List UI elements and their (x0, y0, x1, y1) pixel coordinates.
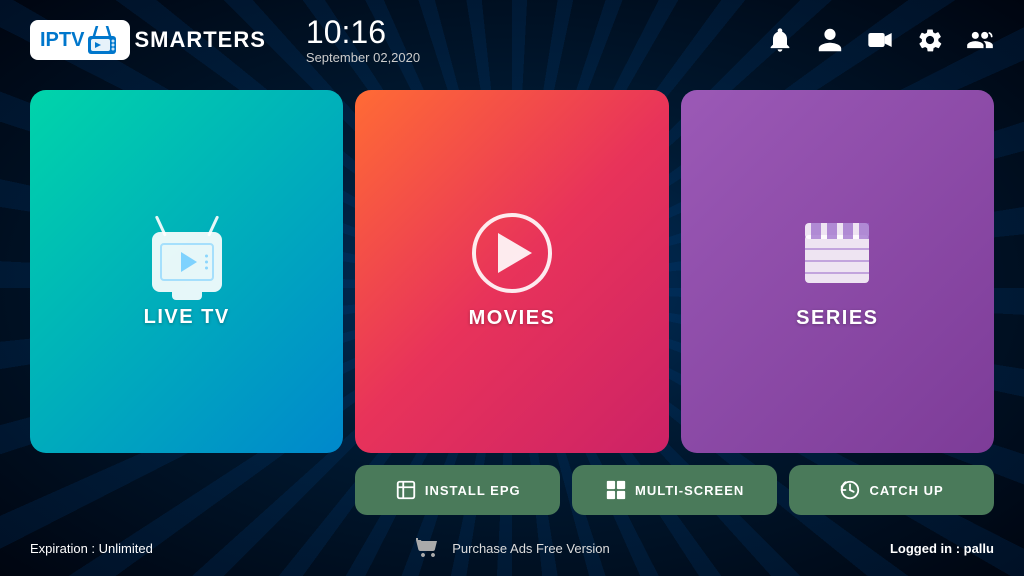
expiry-info: Expiration : Unlimited (30, 541, 351, 556)
expiry-value: Unlimited (99, 541, 153, 556)
logo-tv-icon (86, 26, 118, 54)
clock-time: 10:16 (306, 16, 386, 48)
multi-screen-icon (605, 479, 627, 501)
live-tv-icon (142, 214, 232, 292)
bottom-buttons-group: INSTALL EPG MULTI-SCREEN (355, 465, 994, 525)
cart-icon (414, 535, 442, 562)
catch-up-icon (839, 479, 861, 501)
purchase-text: Purchase Ads Free Version (452, 541, 610, 556)
catch-up-button[interactable]: CATCH UP (789, 465, 994, 515)
install-epg-button[interactable]: INSTALL EPG (355, 465, 560, 515)
login-info: Logged in : pallu (673, 541, 994, 556)
login-user: pallu (964, 541, 994, 556)
clock-date: September 02,2020 (306, 50, 420, 65)
series-card[interactable]: SERIES (681, 90, 994, 453)
multi-user-icon[interactable] (966, 26, 994, 54)
install-epg-label: INSTALL EPG (425, 483, 521, 498)
epg-icon (395, 479, 417, 501)
rec-icon[interactable]: REC (866, 26, 894, 54)
main-grid: LIVE TV MOVIES (0, 80, 1024, 525)
series-icon (797, 213, 877, 293)
series-label: SERIES (796, 307, 878, 330)
header-time-block: 10:16 September 02,2020 (306, 16, 420, 65)
movies-label: MOVIES (469, 307, 556, 330)
live-tv-card[interactable]: LIVE TV (30, 90, 343, 453)
logo-smarters-text: SMARTERS (134, 27, 265, 53)
svg-text:REC: REC (871, 38, 881, 43)
logo: IPTV (30, 20, 130, 60)
login-label: Logged in : (890, 541, 964, 556)
footer: Expiration : Unlimited Purchase Ads Free… (0, 525, 1024, 576)
movies-card[interactable]: MOVIES (355, 90, 668, 453)
header-icons-group: REC (766, 26, 994, 54)
settings-icon[interactable] (916, 26, 944, 54)
movies-icon (472, 213, 552, 293)
user-icon[interactable] (816, 26, 844, 54)
expiry-label: Expiration : (30, 541, 99, 556)
catch-up-label: CATCH UP (869, 483, 943, 498)
multi-screen-button[interactable]: MULTI-SCREEN (572, 465, 777, 515)
bell-icon[interactable] (766, 26, 794, 54)
multi-screen-label: MULTI-SCREEN (635, 483, 744, 498)
purchase-section[interactable]: Purchase Ads Free Version (351, 535, 672, 562)
live-tv-label: LIVE TV (144, 306, 230, 329)
header: IPTV SMARTERS 10:16 September 02,2020 (0, 0, 1024, 80)
logo-iptv-text: IPTV (40, 29, 84, 52)
